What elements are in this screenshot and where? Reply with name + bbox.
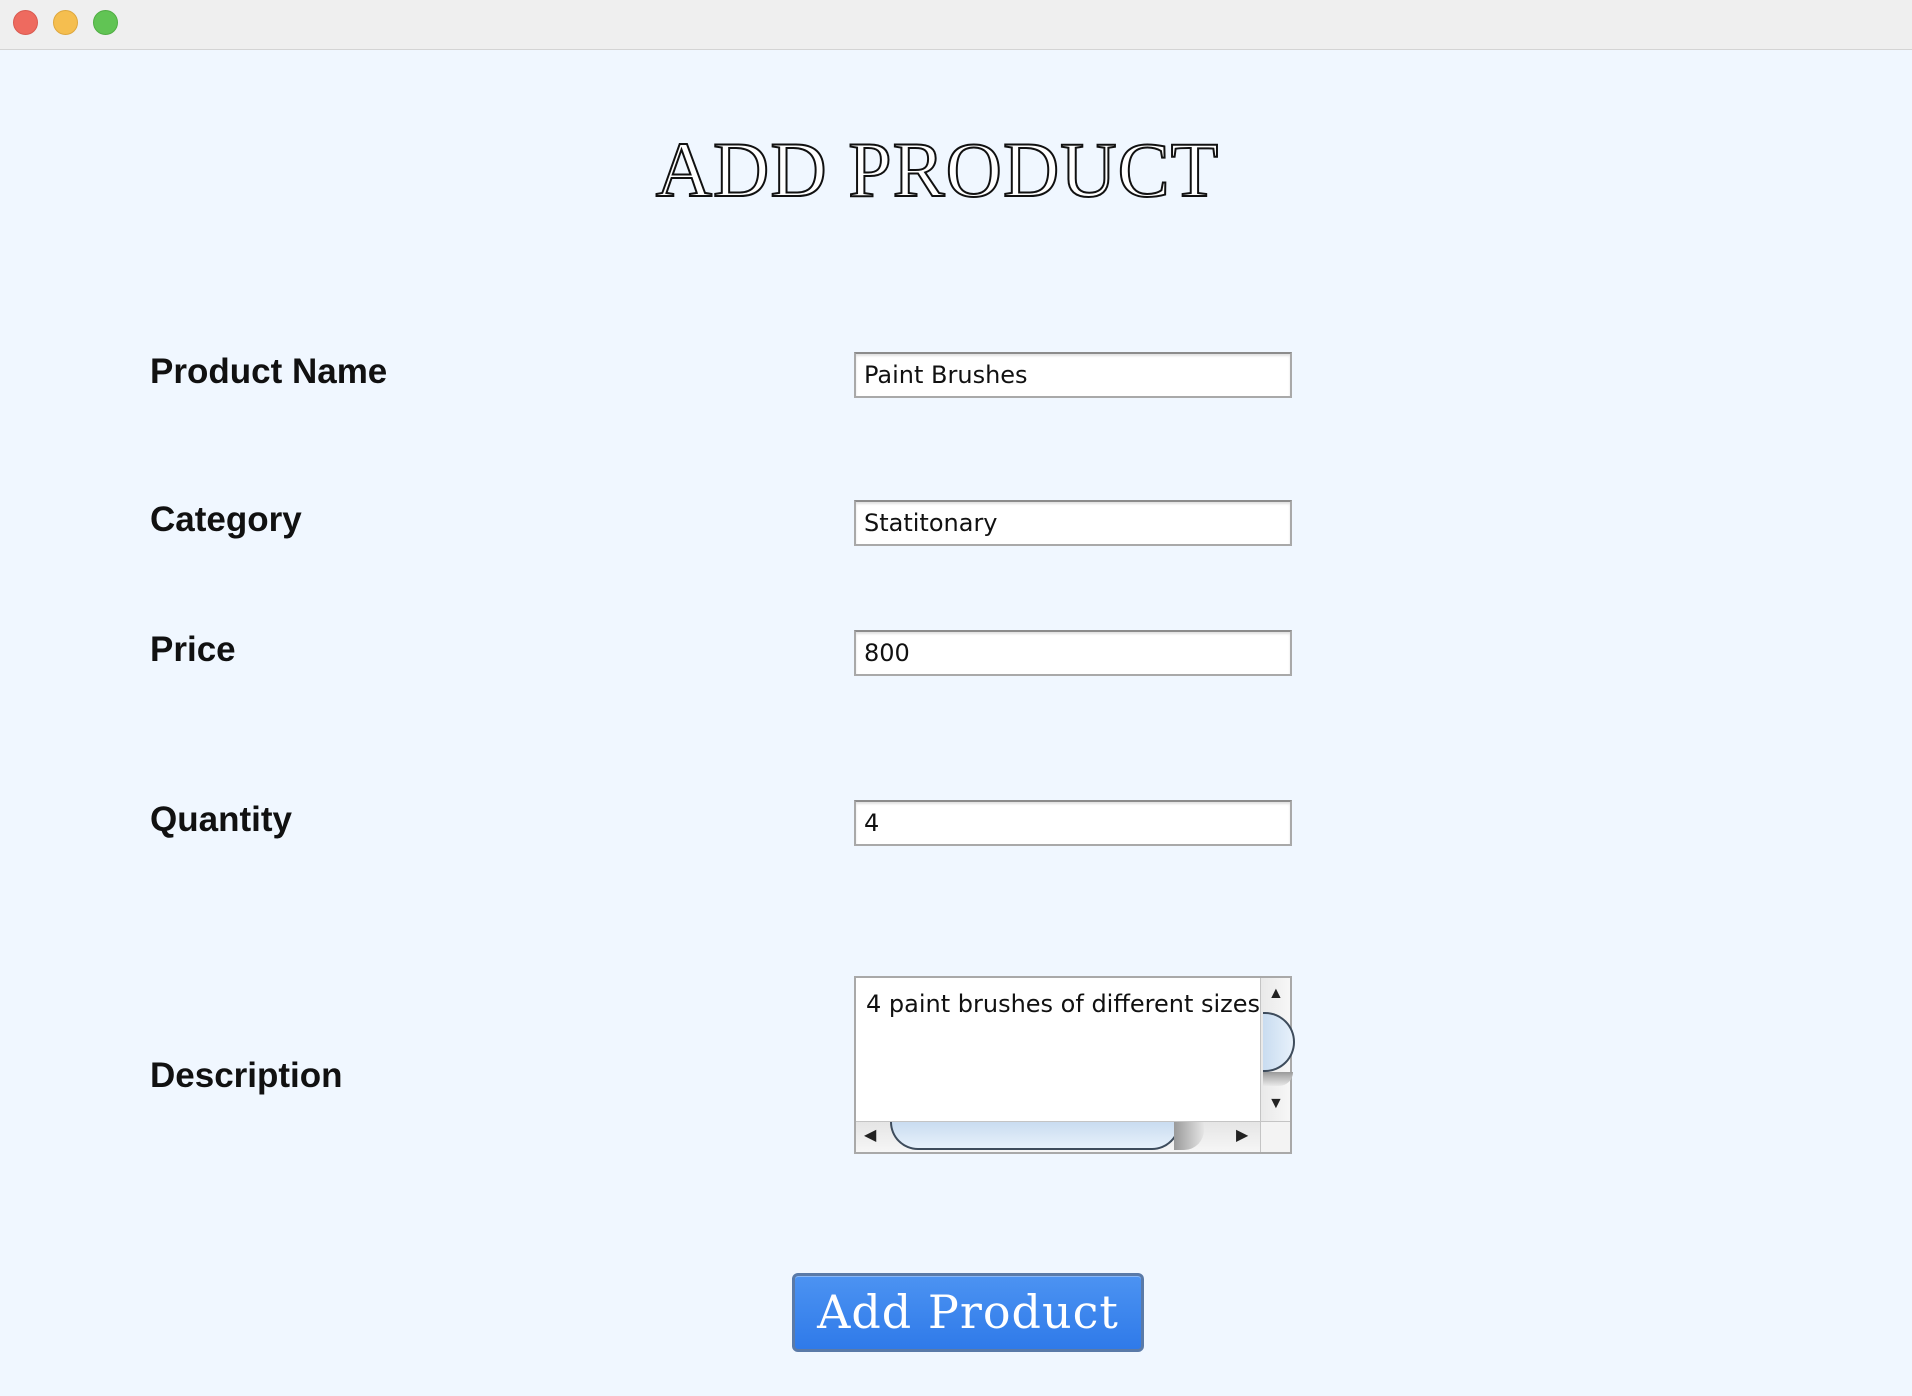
window-close-button[interactable] bbox=[13, 10, 38, 35]
price-input[interactable] bbox=[854, 630, 1292, 676]
page-title: ADD PRODUCT bbox=[655, 126, 1220, 213]
scroll-corner bbox=[1260, 1121, 1290, 1152]
vertical-scrollbar[interactable]: ▲ ▼ bbox=[1260, 978, 1295, 1121]
vertical-scroll-track-shadow bbox=[1263, 1072, 1293, 1086]
scroll-down-arrow-icon[interactable]: ▼ bbox=[1268, 1096, 1284, 1112]
add-product-form: ADD PRODUCT Product Name Category Price … bbox=[0, 51, 1912, 1396]
quantity-label: Quantity bbox=[150, 800, 292, 839]
scroll-up-arrow-icon[interactable]: ▲ bbox=[1268, 986, 1284, 1002]
horizontal-scrollbar[interactable]: ◀ ▶ bbox=[856, 1121, 1262, 1152]
price-label: Price bbox=[150, 630, 236, 669]
window-maximize-button[interactable] bbox=[93, 10, 118, 35]
category-label: Category bbox=[150, 500, 302, 539]
scroll-right-arrow-icon[interactable]: ▶ bbox=[1236, 1128, 1248, 1144]
scroll-left-arrow-icon[interactable]: ◀ bbox=[864, 1128, 876, 1144]
description-textarea[interactable]: 4 paint brushes of different sizes bbox=[856, 978, 1262, 1121]
horizontal-scroll-thumb[interactable] bbox=[890, 1122, 1180, 1150]
quantity-input[interactable] bbox=[854, 800, 1292, 846]
vertical-scroll-thumb[interactable] bbox=[1263, 1012, 1295, 1072]
description-label: Description bbox=[150, 1056, 343, 1095]
window-minimize-button[interactable] bbox=[53, 10, 78, 35]
horizontal-scroll-track-shadow bbox=[1174, 1122, 1204, 1150]
description-scroll-pane: 4 paint brushes of different sizes ▲ ▼ ◀… bbox=[854, 976, 1295, 1154]
product-name-label: Product Name bbox=[150, 352, 388, 391]
add-product-button[interactable]: Add Product bbox=[792, 1273, 1144, 1352]
product-name-input[interactable] bbox=[854, 352, 1292, 398]
window-titlebar bbox=[0, 0, 1912, 50]
category-input[interactable] bbox=[854, 500, 1292, 546]
